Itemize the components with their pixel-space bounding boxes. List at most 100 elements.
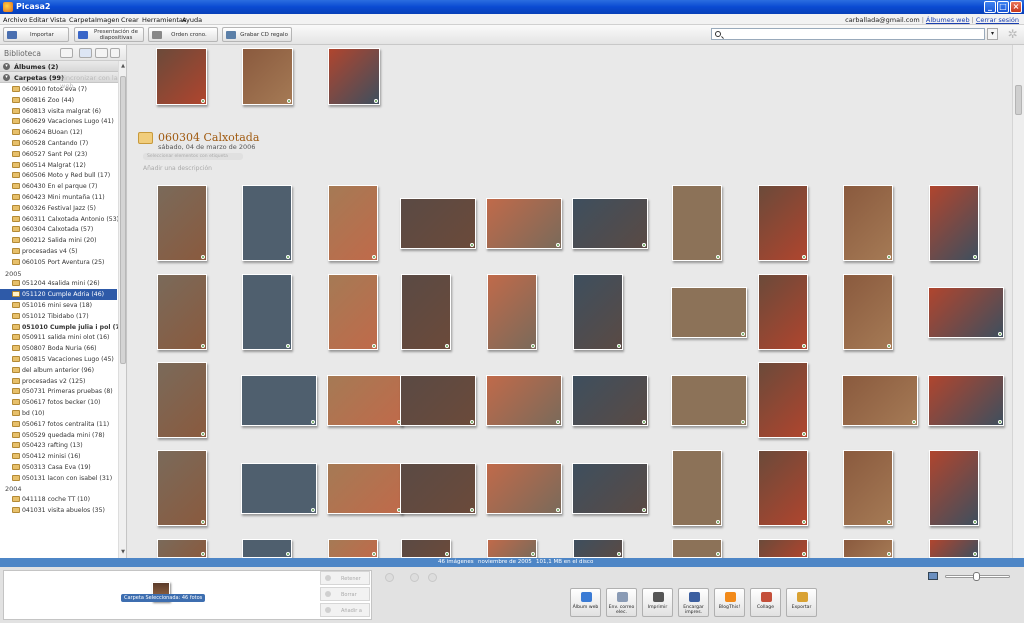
gear-icon[interactable]: ✲ (1006, 28, 1019, 41)
albums-section-header[interactable]: ▾ Álbumes (2) (0, 61, 126, 72)
photo-thumbnail[interactable] (241, 375, 317, 426)
folder-item[interactable]: 060326 Festival Jazz (5) (0, 203, 117, 214)
photo-thumbnail[interactable] (929, 539, 979, 558)
slideshow-button[interactable]: Presentación de diapositivas (74, 27, 144, 42)
folder-item[interactable]: 050529 quedada mini (78) (0, 430, 117, 441)
folder-item[interactable]: 050617 fotos becker (10) (0, 397, 117, 408)
menu-imagen[interactable]: Imagen (95, 16, 119, 24)
photo-thumbnail[interactable] (328, 274, 378, 350)
folder-item[interactable]: 051012 Tibidabo (17) (0, 311, 117, 322)
photo-thumbnail[interactable] (843, 185, 893, 261)
thumbnail-size-slider[interactable] (945, 572, 1010, 581)
photo-thumbnail[interactable] (843, 539, 893, 558)
action-button[interactable]: Imprimir (642, 588, 673, 617)
folder-item[interactable]: 060813 visita malgrat (6) (0, 106, 117, 117)
folder-item[interactable]: 041031 visita abuelos (35) (0, 505, 117, 516)
action-button[interactable]: Encargar impres. (678, 588, 709, 617)
photo-thumbnail[interactable] (843, 450, 893, 526)
photo-thumbnail[interactable] (241, 463, 317, 514)
folder-item[interactable]: del album anterior (96) (0, 365, 117, 376)
folder-item[interactable]: procesadas v4 (5) (0, 246, 117, 257)
folder-item[interactable]: 050412 minisi (16) (0, 451, 117, 462)
photo-thumbnail[interactable] (242, 185, 292, 261)
folder-item[interactable]: 050423 rafting (13) (0, 440, 117, 451)
photo-thumbnail[interactable] (572, 463, 648, 514)
import-button[interactable]: Importar (3, 27, 69, 42)
menu-ayuda[interactable]: Ayuda (182, 16, 202, 24)
web-albums-link[interactable]: Álbumes web (926, 16, 970, 24)
folder-item[interactable]: 050313 Casa Eva (19) (0, 462, 117, 473)
photo-thumbnail[interactable] (486, 198, 562, 249)
folder-item[interactable]: 060423 Mini muntaña (11) (0, 192, 117, 203)
photo-thumbnail[interactable] (572, 198, 648, 249)
folder-item[interactable]: 050131 lacon con isabel (31) (0, 473, 117, 484)
photo-thumbnail[interactable] (400, 198, 476, 249)
menu-vista[interactable]: Vista (50, 16, 66, 24)
menu-editar[interactable]: Editar (29, 16, 48, 24)
minimize-button[interactable]: _ (984, 1, 996, 13)
photo-thumbnail[interactable] (671, 375, 747, 426)
hold-button[interactable]: Retener (320, 571, 370, 585)
scrollbar-thumb[interactable] (120, 76, 126, 364)
scroll-up-icon[interactable]: ▲ (120, 63, 126, 70)
photo-thumbnail[interactable] (486, 463, 562, 514)
photo-thumbnail[interactable] (157, 450, 207, 526)
folder-item[interactable]: 051204 4salida mini (26) (0, 278, 117, 289)
photo-thumbnail[interactable] (672, 539, 722, 558)
burn-cd-button[interactable]: Grabar CD regalo (222, 27, 292, 42)
photo-thumbnail[interactable] (758, 362, 808, 438)
menu-carpeta[interactable]: Carpeta (69, 16, 95, 24)
rotate-right-icon[interactable] (428, 573, 437, 582)
folder-item[interactable]: 041118 coche TT (10) (0, 494, 117, 505)
maximize-button[interactable]: □ (997, 1, 1009, 13)
action-button[interactable]: Env. correo elec. (606, 588, 637, 617)
folder-item[interactable]: 060430 En el parque (7) (0, 181, 117, 192)
folder-item[interactable]: 060311 Calxotada Antonio (53) (0, 214, 119, 225)
photo-thumbnail[interactable] (672, 185, 722, 261)
action-button[interactable]: BlogThis! (714, 588, 745, 617)
photo-thumbnail[interactable] (672, 450, 722, 526)
folder-item[interactable]: 051010 Cumple julia i pol (7) (0, 322, 123, 333)
folder-item[interactable]: 060212 Salida mini (20) (0, 235, 117, 246)
photo-thumbnail[interactable] (573, 539, 623, 558)
photo-thumbnail[interactable] (928, 287, 1004, 338)
photo-thumbnail[interactable] (842, 375, 918, 426)
folder-item[interactable]: 050807 Boda Nuria (66) (0, 343, 117, 354)
folder-item[interactable]: 060624 BUoan (12) (0, 127, 117, 138)
sidebar-scrollbar[interactable]: ▲ ▼ (118, 61, 126, 558)
tree-view-button[interactable] (95, 48, 108, 58)
folder-item[interactable]: 060527 Sant Pol (23) (0, 149, 117, 160)
scroll-down-icon[interactable]: ▼ (120, 549, 126, 556)
photo-thumbnail[interactable] (487, 274, 537, 350)
folder-view-button[interactable] (60, 48, 73, 58)
folder-item[interactable]: bd (10) (0, 408, 117, 419)
expand-toggle-icon[interactable]: ▾ (3, 63, 10, 70)
menu-archivo[interactable]: Archivo (3, 16, 27, 24)
action-button[interactable]: Collage (750, 588, 781, 617)
photo-thumbnail[interactable] (327, 463, 403, 514)
photo-thumbnail[interactable] (156, 48, 207, 105)
folder-item[interactable]: 050911 salida mini olot (16) (0, 332, 117, 343)
photo-thumbnail[interactable] (400, 375, 476, 426)
photo-thumbnail[interactable] (758, 539, 808, 558)
photo-thumbnail[interactable] (242, 539, 292, 558)
select-tagged-link[interactable]: Seleccionar elementos con etiqueta (143, 153, 243, 160)
photo-thumbnail[interactable] (157, 539, 207, 558)
photo-thumbnail[interactable] (671, 287, 747, 338)
timeline-button[interactable]: Orden crono. (148, 27, 218, 42)
photo-thumbnail[interactable] (401, 539, 451, 558)
photo-thumbnail[interactable] (487, 539, 537, 558)
photo-thumbnail[interactable] (401, 274, 451, 350)
scrollbar-thumb[interactable] (1015, 85, 1022, 115)
folder-item[interactable]: 060816 Zoo (44) (0, 95, 117, 106)
add-to-button[interactable]: Añadir a (320, 603, 370, 617)
photo-thumbnail[interactable] (400, 463, 476, 514)
photo-thumbnail[interactable] (242, 48, 293, 105)
slider-knob[interactable] (973, 572, 980, 581)
list-view-button[interactable] (79, 48, 92, 58)
view-menu-button[interactable] (110, 48, 120, 58)
photo-thumbnail[interactable] (242, 274, 292, 350)
main-scrollbar[interactable] (1012, 45, 1024, 558)
photo-thumbnail[interactable] (486, 375, 562, 426)
photo-thumbnail[interactable] (157, 362, 207, 438)
